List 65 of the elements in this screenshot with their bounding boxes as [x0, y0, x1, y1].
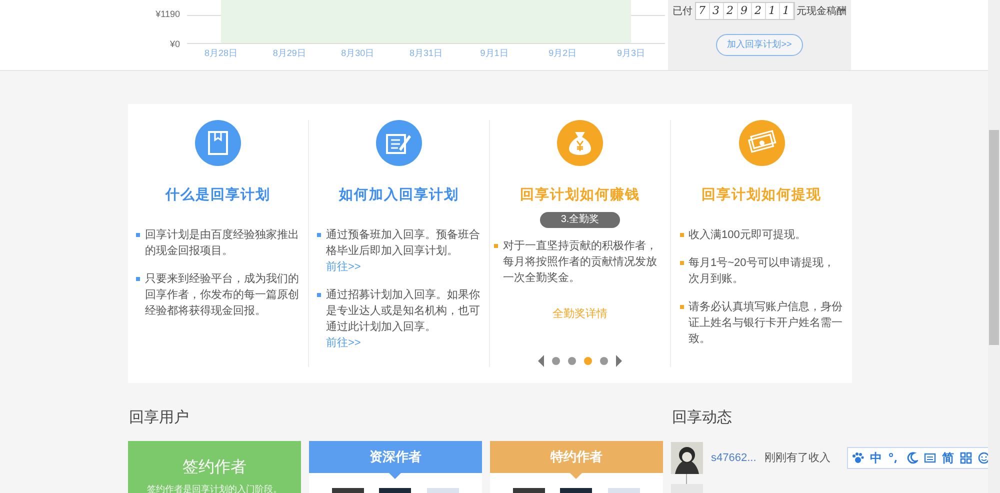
moon-icon[interactable] — [906, 452, 918, 464]
bullet-icon — [317, 233, 321, 237]
card-title: 签约作者 — [182, 456, 246, 478]
script-toggle[interactable]: 简 — [942, 449, 954, 467]
paragraph: 通过预备班加入回享。预备班合格毕业后即加入回享计划。 — [326, 228, 481, 259]
book-icon — [195, 120, 241, 166]
section-heading: 回享动态 — [672, 408, 732, 428]
axis-label: ¥0 — [170, 39, 180, 49]
axis-label: 9月1日 — [479, 47, 510, 60]
tag: 3.全勤奖 — [540, 212, 620, 228]
axis-label: 8月30日 — [340, 47, 376, 60]
activity-text: 刚刚有了收入 — [764, 450, 830, 466]
digit: 7 — [696, 3, 710, 19]
bullet-icon — [494, 244, 498, 248]
banknotes-icon — [738, 120, 784, 166]
card-title: 资深作者 — [370, 448, 422, 466]
section-title: 回享计划如何提现 — [702, 185, 822, 204]
keyboard-icon[interactable] — [924, 452, 936, 464]
section-heading: 回享用户 — [129, 408, 189, 428]
digit: 1 — [780, 3, 794, 19]
paragraph: 回享计划是由百度经验独家推出的现金回报项目。 — [145, 228, 300, 259]
avatar — [671, 484, 703, 493]
previous-icon[interactable] — [538, 355, 544, 367]
link[interactable]: 全勤奖详情 — [552, 306, 608, 322]
axis-label: 8月28日 — [203, 47, 239, 60]
next-icon[interactable] — [616, 355, 622, 367]
section-title: 什么是回享计划 — [166, 185, 270, 204]
digit: 2 — [752, 3, 766, 19]
bullet-icon — [680, 233, 684, 237]
digit: 2 — [724, 3, 738, 19]
paragraph: 对于一直坚持贡献的积极作者，每月将按照作者的贡献情况发放一次全勤奖金。 — [503, 239, 658, 286]
join-button[interactable]: 加入回享计划>> — [716, 34, 803, 56]
axis-label: ¥1190 — [156, 9, 180, 19]
axis-label: 9月2日 — [548, 47, 578, 60]
link[interactable]: 前往>> — [326, 259, 361, 275]
bullet-icon — [680, 261, 684, 265]
digit: 1 — [766, 3, 780, 19]
section-title: 回享计划如何赚钱 — [520, 185, 640, 204]
notebook-pencil-icon — [376, 120, 422, 166]
card-title: 特约作者 — [550, 448, 602, 466]
bullet-icon — [136, 233, 140, 237]
axis-label: 8月31日 — [408, 47, 444, 60]
grid-icon[interactable] — [960, 452, 972, 464]
paragraph: 请务必认真填写账户信息，身份证上姓名与银行卡开户姓名需一致。 — [688, 300, 844, 347]
language-toggle[interactable]: 中 — [870, 449, 882, 467]
label: 元现金稿酬 — [796, 4, 846, 18]
bullet-icon — [680, 305, 684, 309]
axis-label: 8月29日 — [272, 47, 307, 60]
paragraph: 只要来到经验平台，成为我们的回享作者，你发布的每一篇原创经验都将获得现金回报。 — [145, 272, 300, 319]
axis-label: 9月3日 — [616, 47, 646, 60]
paragraph: 每月1号~20号可以申请提现，次月到账。 — [688, 256, 836, 287]
money-bag-icon — [557, 120, 603, 166]
bullet-icon — [317, 293, 321, 297]
scrollbar[interactable] — [988, 0, 1000, 493]
digit: 3 — [710, 3, 724, 19]
section-title: 如何加入回享计划 — [339, 185, 459, 204]
paragraph: 通过招募计划加入回享。如果你是专业达人或是知名机构，也可通过此计划加入回享。 — [326, 288, 481, 335]
digit: 9 — [738, 3, 752, 19]
user-link[interactable]: s47662... — [711, 450, 756, 466]
paw-icon[interactable] — [852, 452, 864, 464]
scrollbar-thumb[interactable] — [989, 130, 999, 345]
label: 已付 — [672, 4, 692, 18]
link[interactable]: 前往>> — [326, 335, 361, 351]
paragraph: 收入满100元即可提现。 — [688, 228, 806, 243]
bullet-icon — [136, 277, 140, 281]
